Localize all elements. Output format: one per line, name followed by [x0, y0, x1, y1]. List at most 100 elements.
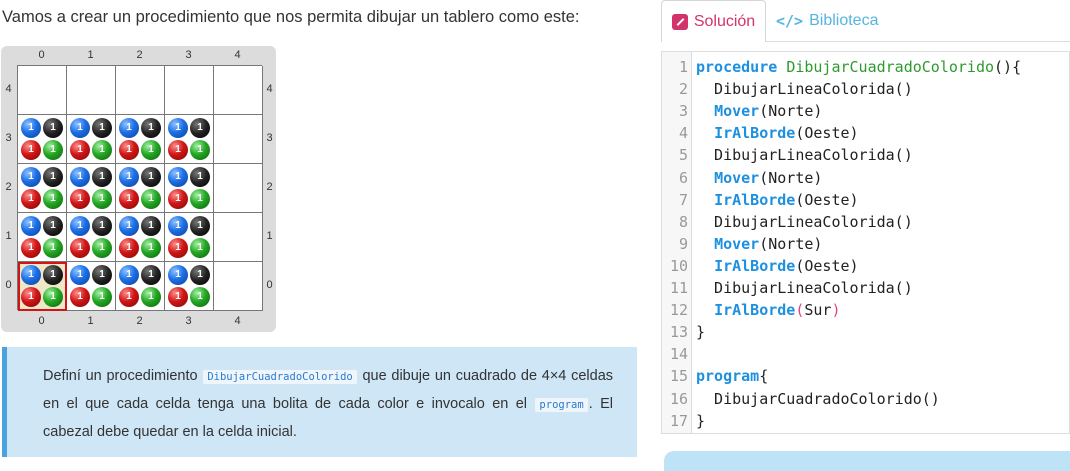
row-label: 3	[266, 132, 273, 144]
ball-rojo: 1	[119, 140, 139, 160]
board-cell	[214, 213, 263, 262]
line-number: 4	[678, 124, 688, 143]
line-number: 3	[678, 102, 688, 121]
code-line: 10 IrAlBorde(Oeste)	[662, 255, 1062, 277]
ball-negro: 1	[190, 265, 210, 285]
line-number: 10	[669, 256, 688, 275]
ball-azul: 1	[168, 216, 188, 236]
board-cell: 1111	[67, 115, 116, 164]
bracket: )	[831, 301, 841, 320]
code-line: 15 program{	[662, 365, 1062, 387]
board-cell: 1111	[116, 115, 165, 164]
intro-text: Vamos a crear un procedimiento que nos p…	[2, 8, 580, 26]
column-label: 4	[234, 315, 241, 327]
ball-azul: 1	[70, 265, 90, 285]
code-editor[interactable]: 1 procedure DibujarCuadradoColorido(){ 2 D…	[661, 51, 1070, 434]
code-text: DibujarLineaColorida()	[696, 212, 913, 231]
column-label: 3	[185, 49, 192, 61]
ball-rojo: 1	[119, 287, 139, 307]
board-cell: 1111	[18, 115, 67, 164]
tab-solucion[interactable]: Solución	[661, 0, 766, 42]
board-cell	[18, 66, 67, 115]
code-text: Mover(Norte)	[714, 168, 823, 187]
command: Mover	[714, 102, 760, 121]
command: IrAlBorde	[714, 301, 796, 320]
code-line: 12 IrAlBorde(Sur)	[662, 299, 1062, 321]
line-number: 1	[678, 58, 688, 76]
board-cell	[214, 164, 263, 213]
line-number: 2	[678, 80, 688, 99]
ball-negro: 1	[92, 167, 112, 187]
board-cell	[165, 66, 214, 115]
code-line: 17}	[662, 410, 1062, 432]
ball-azul: 1	[168, 118, 188, 138]
ball-azul: 1	[119, 216, 139, 236]
ball-azul: 1	[21, 216, 41, 236]
board-cell	[214, 115, 263, 164]
command: IrAlBorde	[714, 190, 796, 209]
ball-negro: 1	[43, 167, 63, 187]
ball-negro: 1	[190, 118, 210, 138]
instructions-text: Definí un procedimiento DibujarCuadradoC…	[43, 363, 613, 446]
line-number: 5	[678, 146, 688, 165]
board-cell-head: 1111	[18, 262, 67, 311]
line-number: 14	[669, 345, 688, 364]
board-cell: 1111	[18, 164, 67, 213]
line-number: 16	[669, 389, 688, 408]
ball-verde: 1	[92, 140, 112, 160]
board-cell: 1111	[116, 213, 165, 262]
row-labels-left: 4 3 2 1 0	[1, 65, 16, 311]
ball-rojo: 1	[119, 238, 139, 258]
ball-negro: 1	[141, 167, 161, 187]
ball-rojo: 1	[119, 189, 139, 209]
ball-negro: 1	[141, 216, 161, 236]
ball-verde: 1	[43, 287, 63, 307]
ball-azul: 1	[168, 167, 188, 187]
ball-azul: 1	[119, 118, 139, 138]
code-text: DibujarLineaColorida()	[696, 146, 913, 165]
tab-biblioteca-label: Biblioteca	[809, 12, 879, 29]
line-number: 8	[678, 212, 688, 231]
code-line: 6 Mover(Norte)	[662, 167, 1062, 189]
ball-rojo: 1	[21, 238, 41, 258]
ball-verde: 1	[141, 238, 161, 258]
board-grid: 1111111111111111111111111111111111111111…	[17, 65, 263, 311]
ball-verde: 1	[43, 140, 63, 160]
code-line: 3 Mover(Norte)	[662, 100, 1062, 122]
code-text: IrAlBorde(Oeste)	[714, 124, 859, 143]
ball-rojo: 1	[21, 189, 41, 209]
board-cell: 1111	[165, 115, 214, 164]
argument: (Sur)	[795, 301, 841, 320]
board-cell: 1111	[165, 262, 214, 311]
code-line: 13}	[662, 321, 1062, 343]
ball-verde: 1	[43, 189, 63, 209]
line-number: 7	[678, 190, 688, 209]
line-number: 9	[678, 234, 688, 253]
ball-rojo: 1	[70, 287, 90, 307]
ball-negro: 1	[92, 265, 112, 285]
code-text: IrAlBorde(Oeste)	[714, 190, 859, 209]
code-text: procedure DibujarCuadradoColorido(){	[696, 58, 1022, 76]
ball-verde: 1	[92, 189, 112, 209]
tab-biblioteca[interactable]: </> Biblioteca	[776, 0, 878, 42]
code-line: 7 IrAlBorde(Oeste)	[662, 189, 1062, 211]
board-cell: 1111	[67, 164, 116, 213]
ball-negro: 1	[92, 118, 112, 138]
line-number: 17	[669, 411, 688, 430]
program-code: program	[534, 397, 589, 413]
line-number: 6	[678, 168, 688, 187]
board-cell	[67, 66, 116, 115]
code-line: 8 DibujarLineaColorida()	[662, 211, 1062, 233]
ball-azul: 1	[21, 167, 41, 187]
row-label: 1	[5, 230, 12, 242]
column-label: 1	[87, 315, 94, 327]
ball-verde: 1	[190, 287, 210, 307]
code-text: IrAlBorde(Oeste)	[714, 256, 859, 275]
row-label: 1	[266, 230, 273, 242]
code-line: 2 DibujarLineaColorida()	[662, 78, 1062, 100]
code-line: 5 DibujarLineaColorida()	[662, 144, 1062, 166]
line-number: 11	[669, 279, 688, 297]
board-cell: 1111	[18, 213, 67, 262]
column-label: 2	[136, 315, 143, 327]
column-label: 2	[136, 49, 143, 61]
